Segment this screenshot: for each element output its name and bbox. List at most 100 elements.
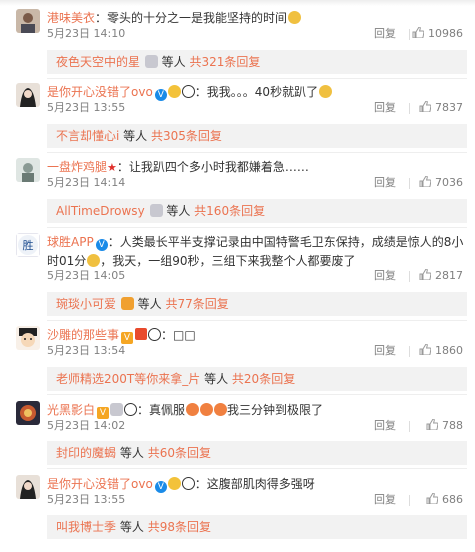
divider [47, 227, 467, 228]
comment-text: ：让我趴四个多小时我都嫌着急…… [116, 160, 309, 174]
reply-count-link[interactable]: 共77条回复 [166, 297, 229, 311]
comment-text: ：这腹部肌肉得多强呀 [194, 477, 315, 491]
username[interactable]: 是你开心没错了ovo [47, 85, 153, 99]
reply-user[interactable]: 叫我博士季 [56, 520, 116, 534]
reply-user[interactable]: 老师精选200T等你来拿_片 [56, 372, 200, 386]
thumbs-up-icon [419, 269, 431, 280]
reply-user[interactable]: 夜色天空中的星 [56, 55, 140, 69]
reply-preview[interactable]: AllTimeDrowsy 等人 共160条回复 [47, 199, 467, 223]
reply-user[interactable]: 封印的魔蝎 [56, 446, 116, 460]
emoji-icon [319, 85, 333, 98]
reply-button[interactable]: 回复 [374, 175, 396, 191]
divider [47, 394, 467, 395]
like-button[interactable]: 788 [426, 418, 463, 434]
emoji-icon [167, 85, 181, 98]
like-count: 1860 [435, 344, 463, 357]
reply-count-link[interactable]: 共20条回复 [232, 372, 295, 386]
reply-preview[interactable]: 老师精选200T等你来拿_片 等人 共20条回复 [47, 367, 467, 391]
comment-date: 5月23日 13:54 [47, 344, 126, 357]
like-button[interactable]: 1860 [419, 343, 463, 359]
divider [409, 178, 410, 189]
panda-icon [124, 403, 138, 416]
reply-count-link[interactable]: 共60条回复 [148, 446, 211, 460]
reply-user[interactable]: 不言却懂心i [56, 129, 119, 143]
top-edge [0, 0, 475, 6]
reply-preview[interactable]: 叫我博士季 等人 共98条回复 [47, 515, 467, 539]
comment-meta: 5月23日 13:54 回复 1860 [47, 343, 467, 359]
comment-text-cont: 我三分钟到极限了 [227, 403, 324, 417]
heart-icon [120, 297, 134, 310]
reply-mid-text: 等人 [166, 204, 191, 218]
reply-count-link[interactable]: 共160条回复 [194, 204, 265, 218]
like-count: 10986 [428, 27, 463, 40]
like-button[interactable]: 2817 [419, 268, 463, 284]
comment-meta: 5月23日 14:02 回复 788 [47, 418, 467, 434]
comment-meta: 5月23日 14:14 回复 7036 [47, 175, 467, 191]
reply-button[interactable]: 回复 [374, 100, 396, 116]
emoji-icon [87, 254, 101, 267]
avatar[interactable] [16, 83, 40, 107]
reply-preview[interactable]: 不言却懂心i 等人 共305条回复 [47, 124, 467, 148]
reply-count-link[interactable]: 共321条回复 [190, 55, 261, 69]
username[interactable]: 沙雕的那些事 [47, 328, 119, 342]
divider [47, 320, 467, 321]
panda-icon [148, 328, 162, 341]
reply-preview[interactable]: 封印的魔蝎 等人 共60条回复 [47, 441, 467, 465]
avatar[interactable]: 胜 [16, 233, 40, 257]
reply-button[interactable]: 回复 [374, 492, 396, 508]
thumbs-up-icon [419, 176, 431, 187]
divider [409, 421, 410, 432]
clap-icon [186, 403, 200, 416]
badge-icon [149, 204, 163, 217]
divider [409, 29, 410, 40]
star-icon: ★ [107, 161, 117, 174]
reply-button[interactable]: 回复 [374, 418, 396, 434]
reply-button[interactable]: 回复 [374, 268, 396, 284]
divider [409, 103, 410, 114]
reply-user[interactable]: 琬琰小可爱 [56, 297, 116, 311]
reply-count-link[interactable]: 共305条回复 [151, 129, 222, 143]
username[interactable]: 港味美衣 [47, 11, 95, 25]
panda-icon [181, 85, 195, 98]
comment-line: 是你开心没错了ovo V ：我我。。。40秒就趴了 [47, 83, 467, 101]
verified-icon: V [95, 239, 108, 251]
like-count: 7837 [435, 101, 463, 114]
avatar[interactable] [16, 401, 40, 425]
divider [47, 468, 467, 469]
username[interactable]: 是你开心没错了ovo [47, 477, 153, 491]
like-count: 788 [442, 419, 463, 432]
badge-icon [110, 403, 124, 416]
avatar[interactable] [16, 9, 40, 33]
username[interactable]: 球胜APP [47, 235, 94, 249]
divider [409, 346, 410, 357]
username[interactable]: 一盘炸鸡腿 [47, 160, 107, 174]
divider [47, 152, 467, 153]
like-button[interactable]: 7837 [419, 100, 463, 116]
comment-date: 5月23日 14:14 [47, 176, 126, 189]
reply-button[interactable]: 回复 [374, 26, 396, 42]
reply-preview[interactable]: 琬琰小可爱 等人 共77条回复 [47, 292, 467, 316]
like-button[interactable]: 10986 [412, 26, 463, 42]
like-button[interactable]: 686 [426, 492, 463, 508]
username[interactable]: 光黑影白 [47, 403, 95, 417]
comment-text: ：零头的十分之一是我能坚持的时间 [95, 11, 288, 25]
avatar[interactable] [16, 326, 40, 350]
comment-meta: 5月23日 13:55 回复 686 [47, 492, 467, 508]
emoji-icon [167, 477, 181, 490]
divider [47, 78, 467, 79]
avatar[interactable] [16, 158, 40, 182]
comment-date: 5月23日 13:55 [47, 101, 126, 114]
reply-count-link[interactable]: 共98条回复 [148, 520, 211, 534]
clap-icon [200, 403, 214, 416]
reply-preview[interactable]: 夜色天空中的星 等人 共321条回复 [47, 50, 467, 74]
comment-text: ：真佩服 [137, 403, 186, 417]
comment-line: 球胜APP V ：人类最长平半支撑记录由中国特警毛卫东保持，成绩是惊人的8小时01分… [47, 233, 467, 271]
reply-button[interactable]: 回复 [374, 343, 396, 359]
reply-mid-text: 等人 [123, 129, 148, 143]
like-count: 2817 [435, 269, 463, 282]
comment-meta: 5月23日 14:05 回复 2817 [47, 268, 467, 284]
avatar[interactable] [16, 475, 40, 499]
like-button[interactable]: 7036 [419, 175, 463, 191]
thumbs-up-icon [412, 27, 424, 38]
reply-user[interactable]: AllTimeDrowsy [56, 204, 145, 218]
